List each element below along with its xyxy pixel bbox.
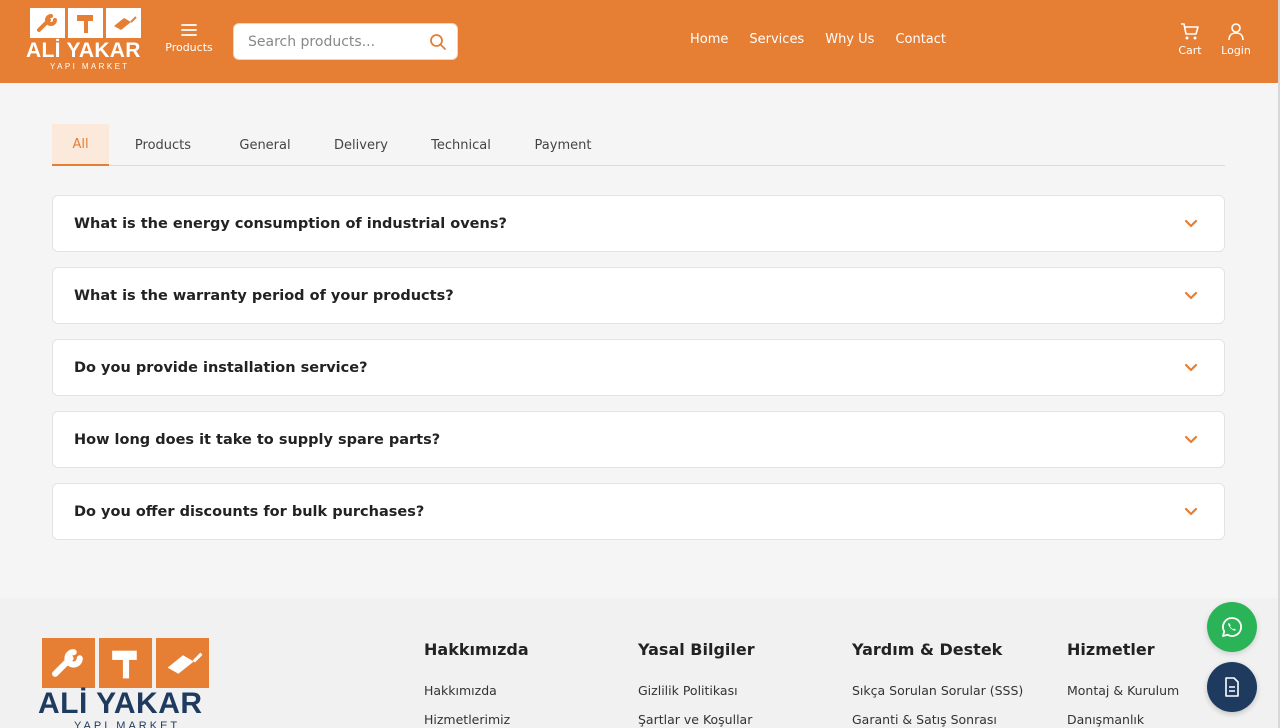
drill-icon [156,638,209,688]
footer-link[interactable]: Gizlilik Politikası [638,683,755,698]
site-footer: ALİ YAKAR YAPI MARKET Hakkımızda Hakkımı… [0,598,1278,728]
footer-column-title: Hizmetler [1067,640,1155,659]
chevron-down-icon [1184,291,1198,300]
faq-question: Do you provide installation service? [74,359,368,376]
cart-button[interactable]: Cart [1170,22,1210,57]
hammer-icon [68,8,103,38]
footer-logo[interactable]: ALİ YAKAR YAPI MARKET [38,638,218,728]
cart-label: Cart [1178,44,1202,57]
products-menu-button[interactable]: Products [162,22,216,54]
site-header: ALİ YAKAR YAPI MARKET Products Home Serv… [0,0,1278,83]
products-menu-label: Products [165,41,213,54]
footer-link[interactable]: Hakkımızda [424,683,529,698]
footer-brand-name: ALİ YAKAR [38,687,203,720]
nav-contact[interactable]: Contact [895,32,946,47]
footer-link[interactable]: Montaj & Kurulum [1067,683,1179,698]
footer-link[interactable]: Sıkça Sorulan Sorular (SSS) [852,683,1023,698]
chevron-down-icon [1184,435,1198,444]
nav-home[interactable]: Home [690,32,728,47]
nav-services[interactable]: Services [749,32,804,47]
brand-logo[interactable]: ALİ YAKAR YAPI MARKET [26,8,146,74]
tab-products[interactable]: Products [109,124,217,166]
faq-item[interactable]: What is the warranty period of your prod… [52,267,1225,324]
chevron-down-icon [1184,219,1198,228]
faq-item[interactable]: How long does it take to supply spare pa… [52,411,1225,468]
faq-item[interactable]: Do you provide installation service? [52,339,1225,396]
footer-column-services: Hizmetler Montaj & Kurulum Danışmanlık [1067,640,1179,728]
drill-icon [106,8,141,38]
footer-brand-subtitle: YAPI MARKET [74,720,181,728]
search-input[interactable] [248,33,428,50]
tab-technical[interactable]: Technical [409,124,513,166]
footer-logo-tiles [42,638,218,688]
faq-category-tabs: All Products General Delivery Technical … [52,124,1225,166]
tab-all[interactable]: All [52,124,109,166]
user-icon [1228,23,1244,41]
footer-column-help: Yardım & Destek Sıkça Sorulan Sorular (S… [852,640,1023,728]
wrench-icon [30,8,65,38]
footer-column-title: Hakkımızda [424,640,529,659]
tab-general[interactable]: General [217,124,313,166]
faq-item[interactable]: What is the energy consumption of indust… [52,195,1225,252]
hamburger-icon [181,24,197,36]
nav-why-us[interactable]: Why Us [825,32,874,47]
faq-question: Do you offer discounts for bulk purchase… [74,503,425,520]
faq-item[interactable]: Do you offer discounts for bulk purchase… [52,483,1225,540]
brand-subtitle: YAPI MARKET [50,62,130,71]
footer-column-about: Hakkımızda Hakkımızda Hizmetlerimiz [424,640,529,728]
login-button[interactable]: Login [1216,22,1256,57]
search-icon[interactable] [429,33,447,51]
whatsapp-button[interactable] [1207,602,1257,652]
logo-tiles [30,8,146,38]
tab-delivery[interactable]: Delivery [313,124,409,166]
footer-column-legal: Yasal Bilgiler Gizlilik Politikası Şartl… [638,640,755,728]
brand-name: ALİ YAKAR [26,39,141,62]
wrench-icon [42,638,95,688]
cart-icon [1181,23,1199,40]
main-nav: Home Services Why Us Contact [690,32,946,47]
footer-column-title: Yasal Bilgiler [638,640,755,659]
hammer-icon [99,638,152,688]
tab-payment[interactable]: Payment [513,124,613,166]
faq-question: What is the warranty period of your prod… [74,287,454,304]
search-box[interactable] [233,23,458,60]
chevron-down-icon [1184,363,1198,372]
chevron-down-icon [1184,507,1198,516]
document-icon [1225,677,1239,697]
footer-link[interactable]: Garanti & Satış Sonrası [852,712,1023,727]
whatsapp-icon [1222,617,1242,637]
document-button[interactable] [1207,662,1257,712]
footer-link[interactable]: Şartlar ve Koşullar [638,712,755,727]
footer-link[interactable]: Hizmetlerimiz [424,712,529,727]
login-label: Login [1221,44,1251,57]
footer-column-title: Yardım & Destek [852,640,1003,659]
faq-question: What is the energy consumption of indust… [74,215,507,232]
faq-question: How long does it take to supply spare pa… [74,431,441,448]
footer-link[interactable]: Danışmanlık [1067,712,1179,727]
